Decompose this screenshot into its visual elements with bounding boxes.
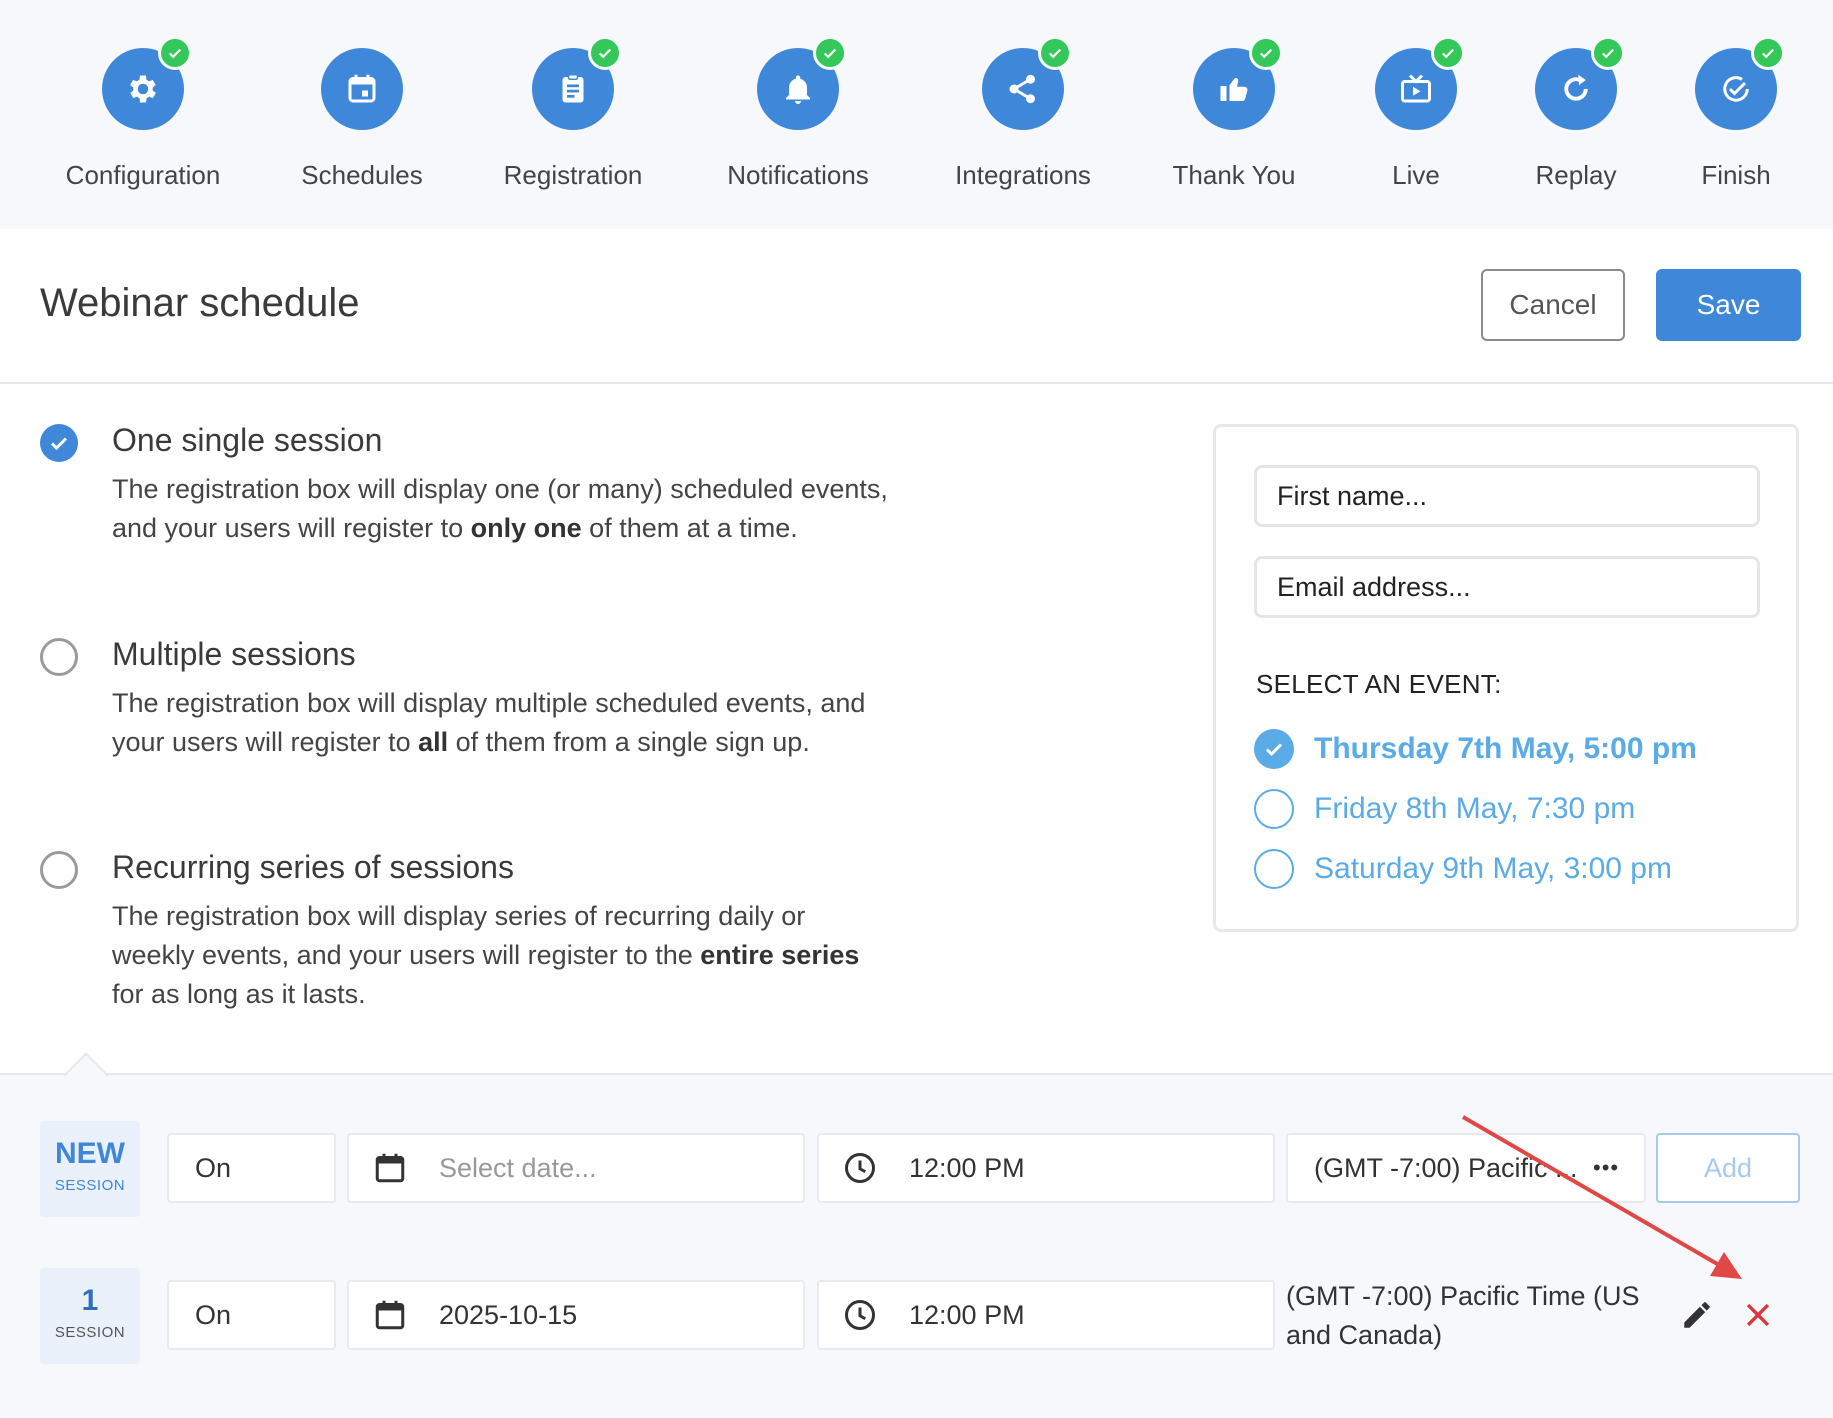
- replay-icon: [1564, 74, 1588, 101]
- page-title: Webinar schedule: [40, 281, 360, 325]
- preview-first-name-input: First name...: [1254, 465, 1760, 527]
- share-icon: [1009, 74, 1035, 104]
- check-circle-icon: [1723, 76, 1749, 102]
- check-icon: [50, 437, 68, 451]
- done-check-icon: [1249, 36, 1283, 70]
- preview-event-option: Thursday 7th May, 5:00 pm: [1254, 727, 1697, 771]
- session-1-timezone: (GMT -7:00) Pacific Time (US and Canada): [1286, 1281, 1640, 1350]
- step-circle: [1193, 36, 1283, 130]
- event-radio: [1254, 729, 1294, 769]
- option-description: The registration box will display one (o…: [112, 474, 888, 543]
- done-check-icon: [158, 36, 192, 70]
- event-label: Saturday 9th May, 3:00 pm: [1314, 852, 1672, 885]
- radio-single-session[interactable]: [40, 424, 78, 462]
- option-description: The registration box will display series…: [112, 901, 860, 1009]
- time-value: 12:00 PM: [909, 1299, 1025, 1330]
- option-title: One single session: [112, 422, 383, 458]
- schedule-card: Webinar schedule Cancel Save One single …: [0, 229, 1833, 1418]
- delete-session-x-icon[interactable]: [1738, 1295, 1778, 1335]
- step-circle: [321, 48, 403, 130]
- radio-multiple-sessions[interactable]: [40, 638, 78, 676]
- step-label: Finish: [1701, 160, 1771, 190]
- check-icon: [1265, 743, 1283, 757]
- badge-number: NEW: [55, 1137, 125, 1170]
- step-label: Schedules: [301, 160, 423, 190]
- step-label: Integrations: [955, 160, 1091, 190]
- select-event-label: SELECT AN EVENT:: [1256, 669, 1502, 699]
- new-session-time-input[interactable]: 12:00 PM: [817, 1133, 1275, 1203]
- badge-number: 1: [81, 1284, 99, 1317]
- session-1-badge: 1 SESSION: [40, 1268, 140, 1364]
- done-check-icon: [813, 36, 847, 70]
- edit-session-pencil-icon[interactable]: [1677, 1295, 1717, 1335]
- session-1-mode-select[interactable]: On: [167, 1280, 336, 1350]
- step-circle: [532, 36, 622, 130]
- wizard-stepper: Configuration Schedules Registration Not…: [0, 0, 1833, 226]
- cancel-button[interactable]: Cancel: [1481, 269, 1625, 341]
- clipboard-icon: [562, 74, 584, 103]
- mode-value: On: [195, 1299, 232, 1330]
- option-multiple-sessions[interactable]: Multiple sessions The registration box w…: [40, 636, 900, 796]
- badge-label: SESSION: [54, 1177, 126, 1194]
- step-circle: [1535, 36, 1625, 130]
- calendar-icon: [348, 74, 376, 103]
- new-session-badge: NEW SESSION: [40, 1121, 140, 1217]
- clock-icon: [841, 1296, 879, 1334]
- tv-play-icon: [1401, 74, 1431, 103]
- clock-icon: [841, 1149, 879, 1187]
- event-label: Friday 8th May, 7:30 pm: [1314, 792, 1636, 825]
- done-check-icon: [1751, 36, 1785, 70]
- calendar-icon: [371, 1296, 409, 1334]
- session-1-date-input[interactable]: 2025-10-15: [347, 1280, 805, 1350]
- more-options-icon[interactable]: •••: [1593, 1155, 1619, 1181]
- step-notifications[interactable]: Notifications: [678, 36, 918, 191]
- gear-icon: [130, 75, 156, 103]
- event-radio: [1254, 849, 1294, 889]
- add-session-button[interactable]: Add: [1656, 1133, 1800, 1203]
- session-1-time-input[interactable]: 12:00 PM: [817, 1280, 1275, 1350]
- date-placeholder: Select date...: [439, 1152, 597, 1183]
- preview-event-option: Friday 8th May, 7:30 pm: [1254, 787, 1635, 831]
- option-single-session[interactable]: One single session The registration box …: [40, 422, 900, 582]
- new-session-timezone-select[interactable]: (GMT -7:00) Pacific ... •••: [1286, 1133, 1646, 1203]
- step-circle: [102, 36, 192, 130]
- option-title: Recurring series of sessions: [112, 849, 514, 885]
- bell-icon: [786, 75, 810, 104]
- timezone-value: (GMT -7:00) Pacific ...: [1314, 1152, 1578, 1183]
- step-circle: [757, 36, 847, 130]
- sessions-panel: NEW SESSION On Select date... 12:00 PM (…: [0, 1073, 1833, 1418]
- step-schedules[interactable]: Schedules: [242, 48, 482, 191]
- step-registration[interactable]: Registration: [453, 36, 693, 191]
- step-integrations[interactable]: Integrations: [903, 36, 1143, 191]
- step-finish[interactable]: Finish: [1616, 36, 1833, 191]
- new-session-mode-select[interactable]: On: [167, 1133, 336, 1203]
- option-description: The registration box will display multip…: [112, 688, 866, 757]
- step-label: Configuration: [65, 160, 221, 190]
- calendar-icon: [371, 1149, 409, 1187]
- event-radio: [1254, 789, 1294, 829]
- step-label: Notifications: [727, 160, 869, 190]
- done-check-icon: [1038, 36, 1072, 70]
- step-circle: [1695, 36, 1785, 130]
- mode-value: On: [195, 1152, 232, 1183]
- done-check-icon: [588, 36, 622, 70]
- thumbs-up-icon: [1220, 78, 1248, 101]
- registration-preview: First name... Email address... SELECT AN…: [1213, 424, 1799, 932]
- step-circle: [1375, 36, 1465, 130]
- step-label: Registration: [503, 160, 643, 190]
- card-header: Webinar schedule Cancel Save: [0, 229, 1833, 384]
- option-title: Multiple sessions: [112, 636, 356, 672]
- time-value: 12:00 PM: [909, 1152, 1025, 1183]
- badge-label: SESSION: [54, 1324, 126, 1341]
- event-label: Thursday 7th May, 5:00 pm: [1314, 732, 1697, 765]
- radio-recurring-series[interactable]: [40, 851, 78, 889]
- date-value: 2025-10-15: [439, 1299, 578, 1330]
- preview-email-input: Email address...: [1254, 556, 1760, 618]
- step-circle: [982, 36, 1072, 130]
- option-recurring-series[interactable]: Recurring series of sessions The registr…: [40, 849, 900, 1009]
- new-session-date-input[interactable]: Select date...: [347, 1133, 805, 1203]
- preview-event-option: Saturday 9th May, 3:00 pm: [1254, 847, 1672, 891]
- save-button[interactable]: Save: [1656, 269, 1801, 341]
- step-configuration[interactable]: Configuration: [23, 36, 263, 191]
